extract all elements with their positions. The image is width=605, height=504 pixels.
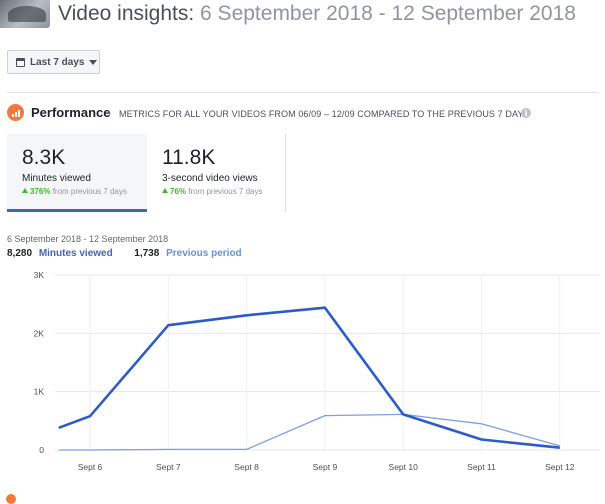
page-title: Video insights: 6 September 2018 - 12 Se…	[58, 2, 576, 26]
date-range-label: Last 7 days	[30, 56, 85, 68]
performance-icon	[7, 104, 24, 121]
x-tick-label: Sept 9	[313, 462, 338, 472]
arrow-up-icon	[162, 188, 168, 193]
y-tick-label: 2K	[34, 328, 45, 338]
calendar-icon	[16, 57, 25, 67]
metric-card-3-second-views[interactable]: 11.8K 3-second video views 76% from prev…	[149, 134, 286, 212]
x-tick-label: Sept 12	[545, 462, 575, 472]
metric-label: 3-second video views	[162, 173, 258, 184]
x-tick-label: Sept 7	[156, 462, 181, 472]
chevron-right-icon: ›	[108, 108, 112, 119]
y-tick-label: 1K	[34, 387, 45, 397]
metric-label: Minutes viewed	[22, 173, 91, 184]
x-tick-label: Sept 6	[78, 462, 103, 472]
caret-down-icon	[89, 59, 98, 65]
metric-value: 8.3K	[22, 146, 66, 169]
metric-value: 11.8K	[162, 146, 216, 169]
legend-previous-label[interactable]: Previous period	[166, 248, 242, 259]
next-section-icon	[6, 494, 16, 504]
minutes-viewed-line-chart: 3K 2K 1K 0 Sept 6 Sept 7 Sept 8 Sept 9 Sept 10 Se…	[34, 270, 600, 472]
legend-current-value: 8,280	[7, 248, 33, 259]
x-tick-label: Sept 10	[389, 462, 419, 472]
y-tick-label: 3K	[34, 270, 45, 280]
legend-current-label[interactable]: Minutes viewed	[39, 248, 113, 259]
arrow-up-icon	[22, 188, 28, 193]
legend-previous-value: 1,738	[134, 248, 160, 259]
metric-card-minutes-viewed[interactable]: 8.3K Minutes viewed 376% from previous 7…	[7, 134, 147, 212]
info-icon[interactable]: i	[521, 108, 531, 118]
section-divider	[7, 92, 598, 93]
chart-legend: 8,280 Minutes viewed 1,738 Previous peri…	[7, 248, 242, 259]
series-line-previous-period	[58, 413, 560, 451]
performance-subtitle: METRICS FOR ALL YOUR VIDEOS FROM 06/09 –…	[119, 109, 530, 119]
chart-date-range: 6 September 2018 - 12 September 2018	[7, 234, 169, 244]
x-tick-label: Sept 11	[467, 462, 496, 472]
date-range-dropdown[interactable]: Last 7 days	[7, 50, 100, 74]
series-line-minutes-viewed	[58, 306, 560, 449]
metric-change: 376% from previous 7 days	[22, 187, 147, 196]
performance-title: Performance	[31, 105, 111, 120]
metric-change: 76% from previous 7 days	[162, 187, 285, 196]
x-tick-label: Sept 8	[234, 462, 259, 472]
video-thumbnail[interactable]	[0, 0, 50, 28]
page-title-range: 6 September 2018 - 12 September 2018	[200, 2, 576, 25]
y-tick-label: 0	[39, 445, 44, 455]
page-title-text: Video insights:	[58, 2, 195, 25]
